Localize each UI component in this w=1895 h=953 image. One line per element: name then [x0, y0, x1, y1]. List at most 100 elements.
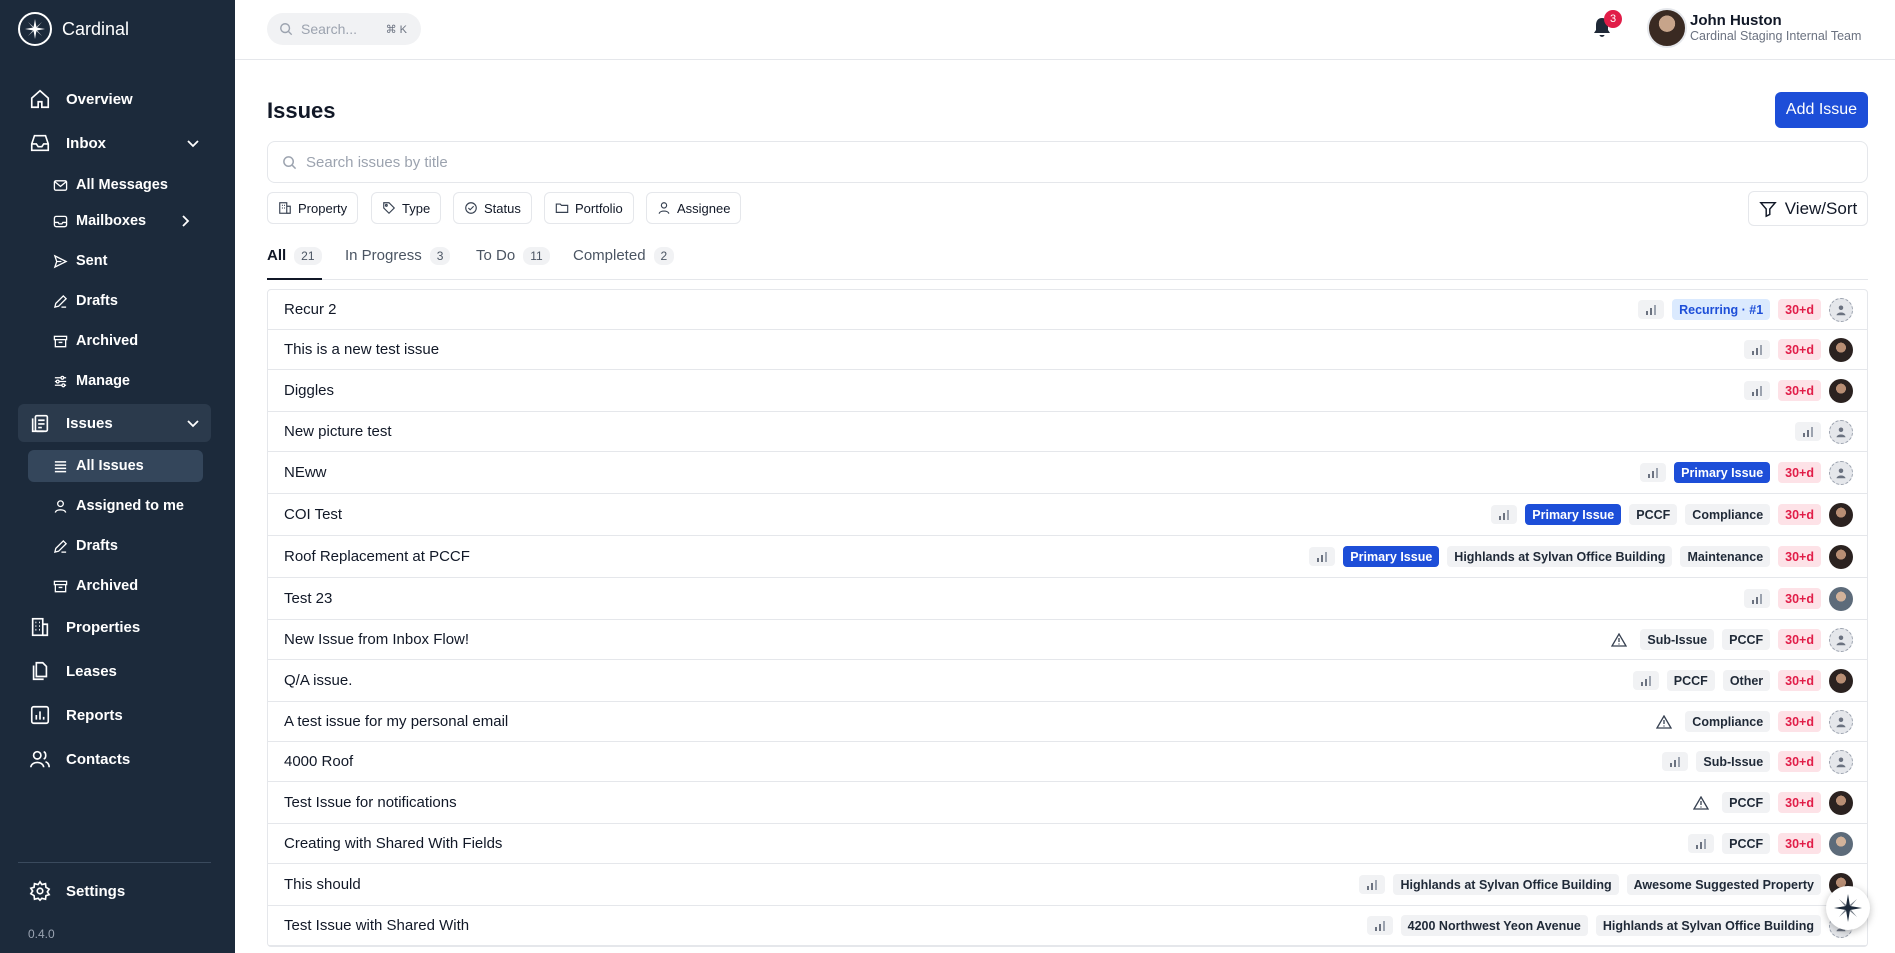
table-row[interactable]: Test Issue with Shared With 4200 Northwes… [268, 906, 1867, 946]
sidebar-item-manage[interactable]: Manage [28, 365, 203, 397]
nav-inbox[interactable]: Inbox [18, 124, 211, 162]
priority-bars-icon[interactable] [1359, 875, 1386, 894]
table-row[interactable]: Q/A issue. PCCF Other 30+d [268, 660, 1867, 702]
issue-title[interactable]: This is a new test issue [284, 341, 439, 358]
unassigned-avatar-icon[interactable] [1829, 460, 1853, 485]
assignee-avatar[interactable] [1829, 668, 1853, 693]
issue-title[interactable]: NEww [284, 464, 327, 481]
sidebar-item-issue-archived[interactable]: Archived [28, 570, 203, 602]
table-row[interactable]: Diggles 30+d [268, 370, 1867, 412]
issue-title[interactable]: Test Issue with Shared With [284, 917, 469, 934]
view-sort-button[interactable]: View/Sort [1748, 191, 1868, 226]
issue-title[interactable]: Recur 2 [284, 301, 337, 318]
table-row[interactable]: Recur 2 Recurring · #1 30+d [268, 290, 1867, 330]
tab-in-progress[interactable]: In Progress 3 [345, 240, 451, 280]
assistant-button[interactable] [1826, 886, 1870, 930]
assignee-avatar[interactable] [1829, 586, 1853, 611]
priority-bars-icon[interactable] [1662, 752, 1689, 771]
issue-title[interactable]: COI Test [284, 506, 342, 523]
chevron-down-icon[interactable] [185, 415, 201, 431]
filter-assignee[interactable]: Assignee [646, 192, 742, 224]
table-row[interactable]: A test issue for my personal email Compli… [268, 702, 1867, 742]
sidebar-item-all-messages[interactable]: All Messages [28, 169, 203, 201]
chevron-down-icon[interactable] [185, 135, 201, 151]
table-row[interactable]: This should Highlands at Sylvan Office Bu… [268, 864, 1867, 906]
priority-bars-icon[interactable] [1744, 589, 1771, 608]
table-row[interactable]: Test 23 30+d [268, 578, 1867, 620]
priority-bars-icon[interactable] [1795, 422, 1821, 441]
user-name[interactable]: John Huston [1690, 12, 1782, 29]
issue-title[interactable]: This should [284, 876, 361, 893]
warning-icon[interactable] [1688, 793, 1714, 812]
priority-bars-icon[interactable] [1688, 834, 1715, 853]
issue-title[interactable]: Test 23 [284, 590, 332, 607]
user-avatar[interactable] [1647, 8, 1687, 48]
nav-contacts[interactable]: Contacts [18, 740, 211, 778]
brand[interactable]: Cardinal [18, 12, 129, 46]
priority-bars-icon[interactable] [1632, 671, 1659, 690]
issue-title[interactable]: New picture test [284, 423, 392, 440]
assignee-avatar[interactable] [1829, 790, 1853, 815]
filter-type[interactable]: Type [371, 192, 442, 224]
assignee-avatar[interactable] [1829, 378, 1853, 403]
chevron-right-icon[interactable] [177, 213, 193, 229]
issue-title[interactable]: Q/A issue. [284, 672, 352, 689]
priority-bars-icon[interactable] [1491, 505, 1518, 524]
nav-leases[interactable]: Leases [18, 652, 211, 690]
priority-bars-icon[interactable] [1309, 547, 1336, 566]
filter-portfolio[interactable]: Portfolio [544, 192, 634, 224]
assignee-avatar[interactable] [1829, 502, 1853, 527]
priority-bars-icon[interactable] [1640, 463, 1667, 482]
priority-bars-icon[interactable] [1638, 300, 1665, 319]
table-row[interactable]: New picture test [268, 412, 1867, 452]
issue-title[interactable]: Diggles [284, 382, 334, 399]
nav-issues[interactable]: Issues [18, 404, 211, 442]
table-row[interactable]: Test Issue for notifications PCCF 30+d [268, 782, 1867, 824]
sidebar-item-all-issues[interactable]: All Issues [28, 450, 203, 482]
table-row[interactable]: Creating with Shared With Fields PCCF 30+d [268, 824, 1867, 864]
sidebar-item-assigned-to-me[interactable]: Assigned to me [28, 490, 203, 522]
tab-all[interactable]: All 21 [267, 240, 322, 280]
sidebar-item-issue-drafts[interactable]: Drafts [28, 530, 203, 562]
assignee-avatar[interactable] [1829, 337, 1853, 362]
table-row[interactable]: COI Test Primary Issue PCCF Compliance 30+d [268, 494, 1867, 536]
table-row[interactable]: NEww Primary Issue 30+d [268, 452, 1867, 494]
warning-icon[interactable] [1606, 630, 1632, 649]
sidebar-item-archived[interactable]: Archived [28, 325, 203, 357]
issue-search-input[interactable]: Search issues by title [267, 141, 1868, 183]
table-row[interactable]: 4000 Roof Sub-Issue 30+d [268, 742, 1867, 782]
unassigned-avatar-icon[interactable] [1829, 419, 1853, 444]
issue-title[interactable]: Test Issue for notifications [284, 794, 457, 811]
issue-title[interactable]: Roof Replacement at PCCF [284, 548, 470, 565]
issue-title[interactable]: Creating with Shared With Fields [284, 835, 502, 852]
issue-title[interactable]: A test issue for my personal email [284, 713, 508, 730]
priority-bars-icon[interactable] [1744, 340, 1771, 359]
sidebar-item-mailboxes[interactable]: Mailboxes [28, 205, 203, 237]
table-row[interactable]: New Issue from Inbox Flow! Sub-Issue PCCF 3… [268, 620, 1867, 660]
issue-title[interactable]: New Issue from Inbox Flow! [284, 631, 469, 648]
sidebar-item-sent[interactable]: Sent [28, 245, 203, 277]
filter-property[interactable]: Property [267, 192, 359, 224]
assignee-avatar[interactable] [1829, 544, 1853, 569]
add-issue-button[interactable]: Add Issue [1775, 92, 1868, 128]
unassigned-avatar-icon[interactable] [1829, 749, 1853, 774]
unassigned-avatar-icon[interactable] [1829, 297, 1853, 322]
priority-bars-icon[interactable] [1366, 916, 1393, 935]
priority-bars-icon[interactable] [1744, 381, 1771, 400]
nav-properties[interactable]: Properties [18, 608, 211, 646]
unassigned-avatar-icon[interactable] [1829, 627, 1853, 652]
tab-completed[interactable]: Completed 2 [573, 240, 675, 280]
sidebar-item-drafts[interactable]: Drafts [28, 285, 203, 317]
tab-to-do[interactable]: To Do 11 [476, 240, 550, 280]
nav-overview[interactable]: Overview [18, 80, 211, 118]
warning-icon[interactable] [1651, 712, 1677, 731]
nav-reports[interactable]: Reports [18, 696, 211, 734]
unassigned-avatar-icon[interactable] [1829, 709, 1853, 734]
nav-settings[interactable]: Settings [18, 872, 211, 910]
filter-status[interactable]: Status [453, 192, 532, 224]
issue-title[interactable]: 4000 Roof [284, 753, 353, 770]
table-row[interactable]: This is a new test issue 30+d [268, 330, 1867, 370]
global-search[interactable]: Search... ⌘ K [267, 13, 421, 45]
assignee-avatar[interactable] [1829, 831, 1853, 856]
table-row[interactable]: Roof Replacement at PCCF Primary Issue Hig… [268, 536, 1867, 578]
